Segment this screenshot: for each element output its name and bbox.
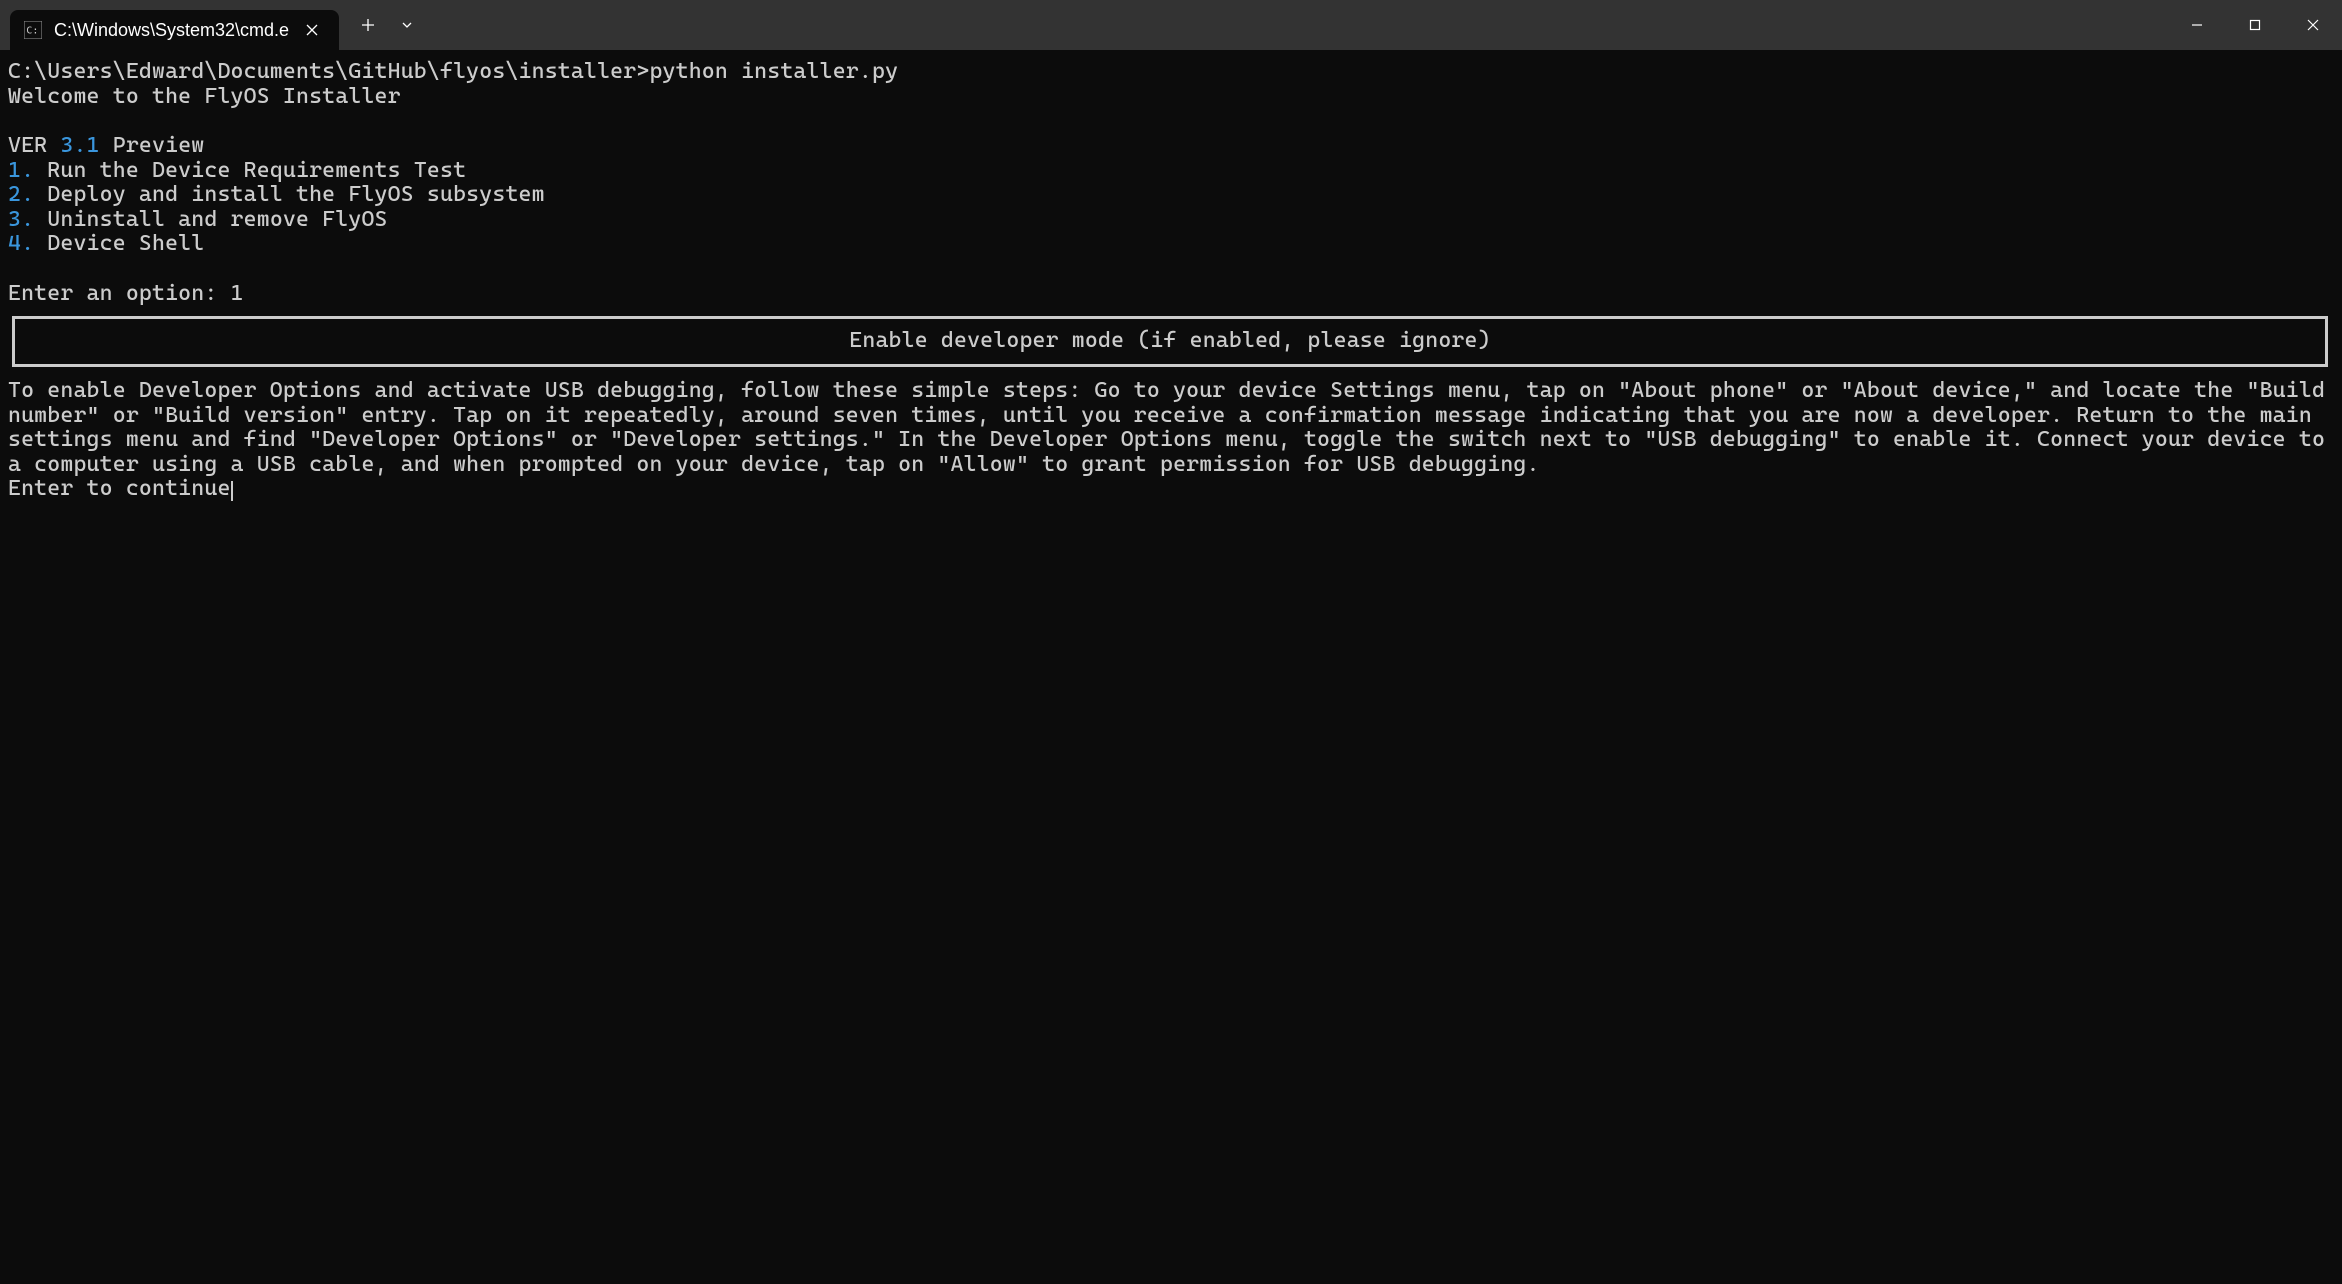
ver-prefix: VER <box>8 133 60 158</box>
titlebar-left: C: C:\Windows\System32\cmd.e <box>0 0 425 50</box>
cmd-icon: C: <box>24 21 42 39</box>
welcome-line: Welcome to the FlyOS Installer <box>8 85 2334 110</box>
menu-num: 3. <box>8 207 34 232</box>
menu-item-2: 2. Deploy and install the FlyOS subsyste… <box>8 183 2334 208</box>
new-tab-button[interactable] <box>347 0 389 50</box>
version-line: VER 3.1 Preview <box>8 134 2334 159</box>
tab-title: C:\Windows\System32\cmd.e <box>54 20 289 41</box>
boxed-message: Enable developer mode (if enabled, pleas… <box>12 316 2328 367</box>
menu-num: 1. <box>8 158 34 183</box>
svg-text:C:: C: <box>26 25 38 36</box>
instructions-text: To enable Developer Options and activate… <box>8 379 2334 478</box>
menu-item-3: 3. Uninstall and remove FlyOS <box>8 208 2334 233</box>
ver-number: 3.1 <box>60 133 99 158</box>
enter-option-line: Enter an option: 1 <box>8 282 2334 307</box>
tab-active[interactable]: C: C:\Windows\System32\cmd.e <box>10 10 339 50</box>
menu-label: Deploy and install the FlyOS subsystem <box>34 182 545 207</box>
menu-label: Run the Device Requirements Test <box>34 158 466 183</box>
tab-dropdown-button[interactable] <box>389 0 425 50</box>
terminal-body[interactable]: C:\Users\Edward\Documents\GitHub\flyos\i… <box>0 50 2342 512</box>
prompt-line: C:\Users\Edward\Documents\GitHub\flyos\i… <box>8 60 2334 85</box>
maximize-button[interactable] <box>2226 0 2284 50</box>
continue-text: Enter to continue <box>8 476 231 501</box>
ver-suffix: Preview <box>100 133 205 158</box>
blank-line <box>8 109 2334 134</box>
menu-num: 4. <box>8 231 34 256</box>
minimize-button[interactable] <box>2168 0 2226 50</box>
menu-label: Uninstall and remove FlyOS <box>34 207 387 232</box>
menu-item-1: 1. Run the Device Requirements Test <box>8 159 2334 184</box>
continue-prompt: Enter to continue <box>8 477 2334 502</box>
boxed-text: Enable developer mode (if enabled, pleas… <box>849 328 1490 353</box>
menu-num: 2. <box>8 182 34 207</box>
menu-item-4: 4. Device Shell <box>8 232 2334 257</box>
menu-label: Device Shell <box>34 231 204 256</box>
blank-line <box>8 257 2334 282</box>
tab-close-button[interactable] <box>301 19 323 41</box>
window-controls <box>2168 0 2342 50</box>
close-button[interactable] <box>2284 0 2342 50</box>
titlebar: C: C:\Windows\System32\cmd.e <box>0 0 2342 50</box>
